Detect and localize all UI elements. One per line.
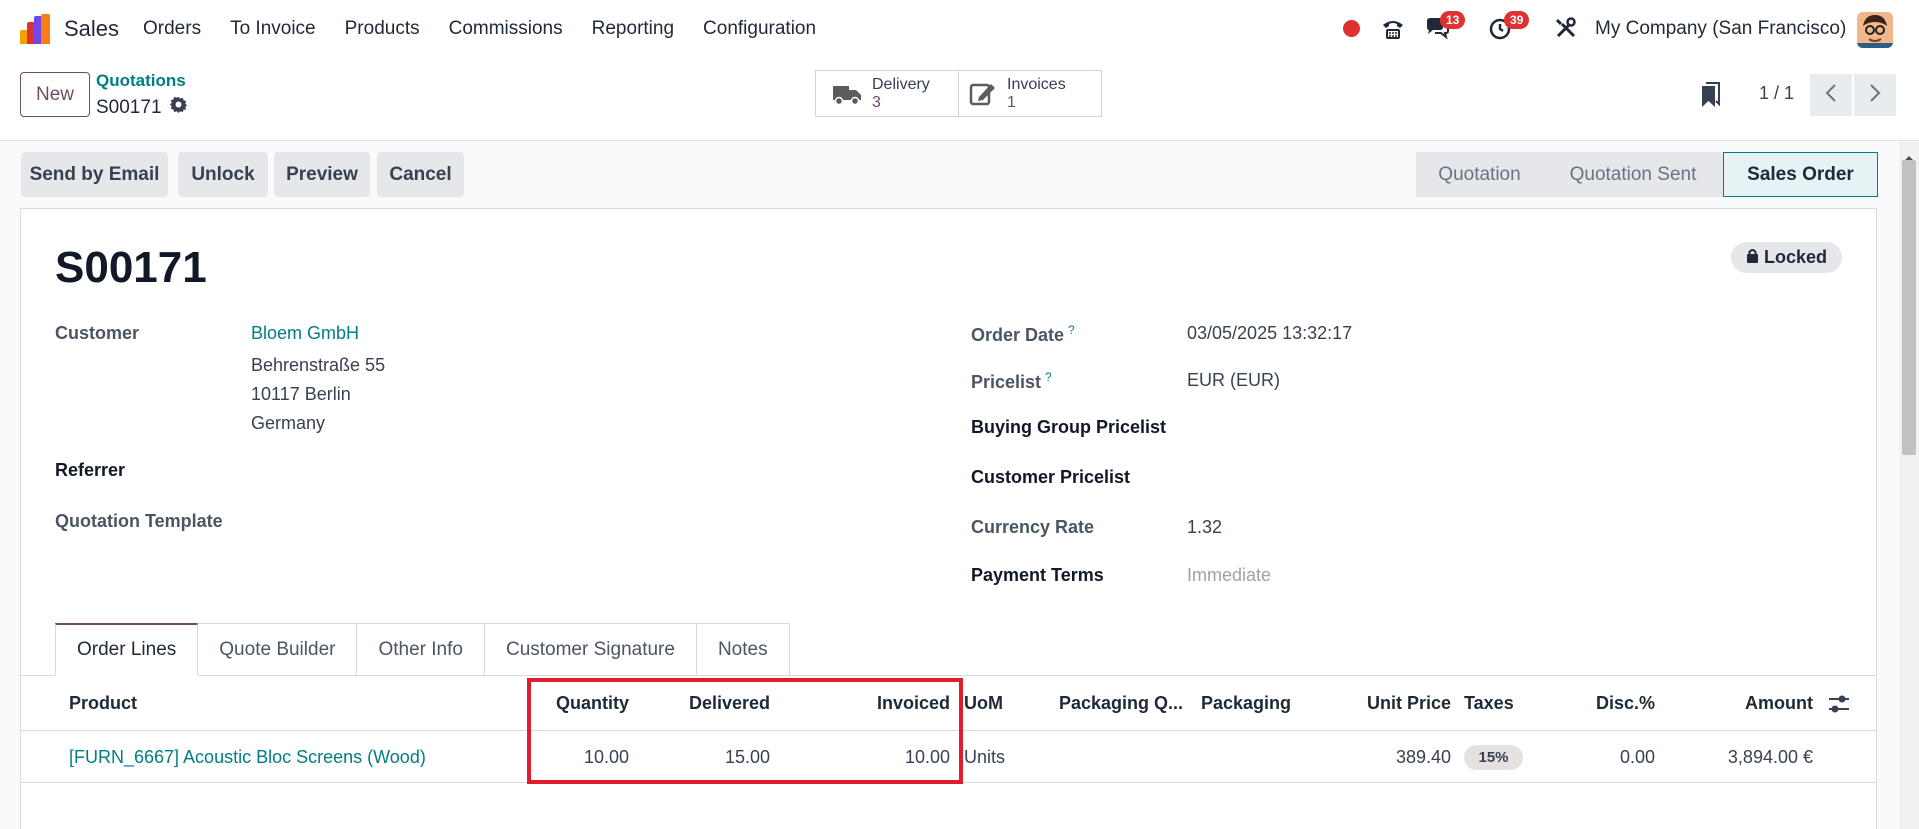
company-switcher[interactable]: My Company (San Francisco) <box>1595 18 1846 40</box>
app-logo-icon[interactable] <box>20 14 50 44</box>
activities-clock-icon[interactable]: 39 <box>1488 11 1530 43</box>
order-title: S00171 <box>55 243 207 292</box>
payment-terms-label: Payment Terms <box>971 565 1104 585</box>
tab-notes[interactable]: Notes <box>696 623 790 676</box>
messages-badge: 13 <box>1440 11 1466 29</box>
col-product[interactable]: Product <box>69 693 137 714</box>
stage-sales-order[interactable]: Sales Order <box>1723 152 1878 197</box>
row-unit-price[interactable]: 389.40 <box>1330 747 1451 768</box>
bookmark-icon[interactable] <box>1700 80 1722 113</box>
pricelist-value: EUR (EUR) <box>1187 370 1280 390</box>
phone-icon[interactable] <box>1379 15 1407 43</box>
menu-to-invoice[interactable]: To Invoice <box>230 18 316 40</box>
col-disc[interactable]: Disc.% <box>1560 693 1655 714</box>
activities-badge: 39 <box>1504 11 1530 29</box>
customer-city: 10117 Berlin <box>251 384 351 404</box>
row-product[interactable]: [FURN_6667] Acoustic Bloc Screens (Wood) <box>69 747 426 768</box>
breadcrumb-current-label: S00171 <box>96 96 162 118</box>
main-menu: Orders To Invoice Products Commissions R… <box>143 18 845 40</box>
customer-pricelist-label: Customer Pricelist <box>971 467 1131 487</box>
pricelist-label: Pricelist? <box>971 370 1052 393</box>
delivery-count: 3 <box>872 93 881 111</box>
currency-rate-label: Currency Rate <box>971 517 1095 537</box>
col-taxes[interactable]: Taxes <box>1464 693 1514 714</box>
customer-label: Customer <box>55 323 140 343</box>
order-date-label-text: Order Date <box>971 325 1065 345</box>
quotation-template-label: Quotation Template <box>55 511 223 531</box>
lock-icon <box>1746 247 1759 268</box>
optional-columns-icon[interactable] <box>1828 694 1850 719</box>
row-amount: 3,894.00 € <box>1727 747 1813 767</box>
currency-rate-value: 1.32 <box>1187 517 1223 537</box>
stage-quotation[interactable]: Quotation <box>1416 152 1543 197</box>
invoices-count: 1 <box>1007 93 1016 111</box>
stage-quotation-sent[interactable]: Quotation Sent <box>1543 152 1723 197</box>
menu-commissions[interactable]: Commissions <box>449 18 563 40</box>
row-tax-badge[interactable]: 15% <box>1464 745 1523 770</box>
col-unit-price[interactable]: Unit Price <box>1330 693 1451 714</box>
edit-invoice-icon <box>969 81 997 107</box>
pricelist-label-text: Pricelist <box>971 372 1042 392</box>
truck-icon <box>832 82 862 106</box>
locked-badge: Locked <box>1731 242 1842 273</box>
locked-label: Locked <box>1763 247 1828 267</box>
unlock-button[interactable]: Unlock <box>178 152 268 197</box>
menu-configuration[interactable]: Configuration <box>703 18 816 40</box>
send-by-email-button[interactable]: Send by Email <box>21 152 168 197</box>
order-date-label: Order Date? <box>971 323 1075 346</box>
control-panel: New Quotations S00171 Delivery 3 Invoice… <box>0 58 1919 141</box>
order-date-help-icon[interactable]: ? <box>1068 323 1075 337</box>
gear-icon[interactable] <box>169 96 187 119</box>
breadcrumb-current: S00171 <box>96 96 187 119</box>
invoices-label: Invoices <box>1007 75 1066 93</box>
row-disc[interactable]: 0.00 <box>1560 747 1655 768</box>
menu-products[interactable]: Products <box>345 18 420 40</box>
app-name[interactable]: Sales <box>64 16 119 42</box>
preview-button[interactable]: Preview <box>274 152 370 197</box>
tab-customer-signature[interactable]: Customer Signature <box>484 623 697 676</box>
cancel-button[interactable]: Cancel <box>377 152 464 197</box>
customer-street: Behrenstraße 55 <box>251 355 386 375</box>
tab-order-lines[interactable]: Order Lines <box>55 623 199 676</box>
pager-next-button[interactable] <box>1854 74 1896 116</box>
new-button[interactable]: New <box>20 72 90 117</box>
recording-indicator-icon[interactable] <box>1343 20 1360 37</box>
debug-tools-icon[interactable] <box>1553 15 1581 43</box>
delivery-label: Delivery <box>872 75 930 93</box>
pager-value[interactable]: 1 / 1 <box>1759 83 1794 104</box>
menu-orders[interactable]: Orders <box>143 18 201 40</box>
order-date-value: 03/05/2025 13:32:17 <box>1187 323 1353 343</box>
row-uom[interactable]: Units <box>964 747 1005 768</box>
chevron-left-icon <box>1824 83 1838 108</box>
tab-quote-builder[interactable]: Quote Builder <box>198 623 358 676</box>
user-avatar[interactable] <box>1857 12 1893 48</box>
col-packaging-qty[interactable]: Packaging Q... <box>1059 693 1183 714</box>
pager-previous-button[interactable] <box>1810 74 1852 116</box>
col-uom[interactable]: UoM <box>964 693 1003 714</box>
invoices-smart-button[interactable]: Invoices 1 <box>958 70 1102 117</box>
messages-icon[interactable]: 13 <box>1424 11 1466 43</box>
top-navbar: Sales Orders To Invoice Products Commiss… <box>0 0 1919 58</box>
notebook-tabs: Order Lines Quote Builder Other Info Cus… <box>55 623 790 676</box>
chevron-right-icon <box>1868 83 1882 108</box>
payment-terms-value: Immediate <box>1187 565 1272 585</box>
customer-name-link[interactable]: Bloem GmbH <box>251 323 359 344</box>
referrer-label: Referrer <box>55 460 126 480</box>
col-amount[interactable]: Amount <box>1700 693 1813 714</box>
col-packaging[interactable]: Packaging <box>1201 693 1291 714</box>
breadcrumb-quotations[interactable]: Quotations <box>96 71 186 91</box>
highlight-box <box>527 678 963 784</box>
tab-other-info[interactable]: Other Info <box>357 623 485 676</box>
customer-country: Germany <box>251 413 326 433</box>
buying-group-pricelist-label: Buying Group Pricelist <box>971 417 1167 437</box>
status-bar: Quotation Quotation Sent Sales Order <box>1416 152 1878 197</box>
pricelist-help-icon[interactable]: ? <box>1045 370 1052 384</box>
delivery-smart-button[interactable]: Delivery 3 <box>815 70 959 117</box>
scrollbar-thumb[interactable] <box>1902 160 1916 455</box>
menu-reporting[interactable]: Reporting <box>592 18 674 40</box>
